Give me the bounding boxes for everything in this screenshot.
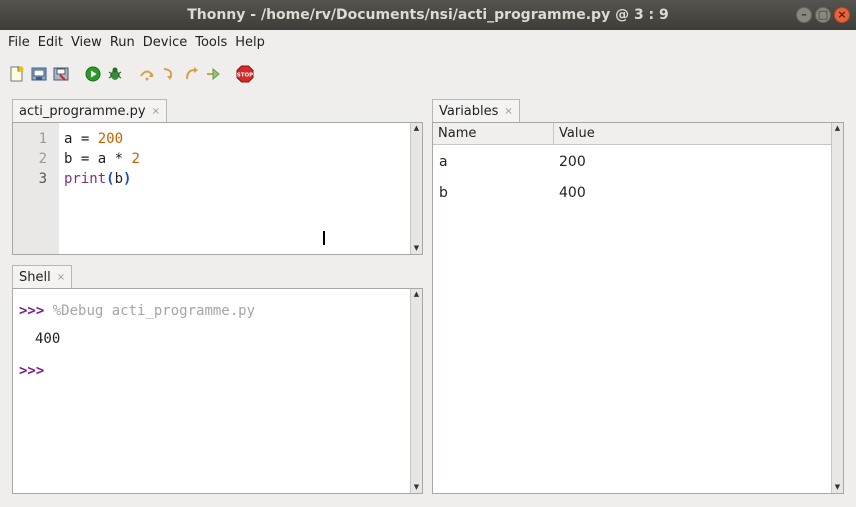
tab-editor[interactable]: acti_programme.py × — [12, 99, 167, 123]
resume-icon[interactable] — [204, 65, 222, 83]
tab-variables-close-icon[interactable]: × — [504, 101, 512, 123]
tab-shell[interactable]: Shell × — [12, 265, 73, 289]
shell-command-line: >>> %Debug acti_programme.py — [19, 303, 256, 319]
scroll-up-icon[interactable]: ▲ — [833, 124, 842, 133]
menu-bar: File Edit View Run Device Tools Help — [0, 30, 856, 56]
shell-scrollbar[interactable]: ▲ ▼ — [410, 289, 422, 493]
shell-output: 400 — [35, 331, 61, 347]
column-header-value[interactable]: Value — [554, 123, 832, 145]
window-controls: – □ × — [796, 7, 850, 23]
new-file-icon[interactable] — [8, 65, 26, 83]
shell-prompt[interactable]: >>> — [19, 363, 44, 379]
debug-icon[interactable] — [106, 65, 124, 83]
maximize-button[interactable]: □ — [815, 7, 831, 23]
column-header-name[interactable]: Name — [433, 123, 554, 145]
menu-device[interactable]: Device — [139, 30, 191, 56]
step-over-icon[interactable] — [138, 65, 156, 83]
menu-edit[interactable]: Edit — [34, 30, 67, 56]
scroll-down-icon[interactable]: ▼ — [833, 483, 842, 492]
variable-name[interactable]: a — [439, 154, 448, 170]
minimize-button[interactable]: – — [796, 7, 812, 23]
step-into-icon[interactable] — [160, 65, 178, 83]
close-button[interactable]: × — [834, 7, 850, 23]
menu-view[interactable]: View — [67, 30, 106, 56]
code-line: a = 200 — [64, 131, 124, 147]
code-editor[interactable]: 1 2 3 a = 200 b = a * 2 print(b) ▲ ▼ — [12, 122, 423, 255]
tab-variables-label: Variables — [439, 103, 499, 119]
editor-scrollbar[interactable]: ▲ ▼ — [410, 123, 422, 254]
svg-text:STOP: STOP — [237, 73, 253, 79]
code-line: print(b) — [64, 171, 132, 187]
menu-help[interactable]: Help — [231, 30, 269, 56]
window-title: Thonny - /home/rv/Documents/nsi/acti_pro… — [187, 7, 669, 23]
variable-name[interactable]: b — [439, 185, 448, 201]
save-file-icon[interactable] — [52, 65, 70, 83]
scroll-down-icon[interactable]: ▼ — [412, 483, 421, 492]
scroll-up-icon[interactable]: ▲ — [412, 124, 421, 133]
line-number: 2 — [38, 151, 47, 167]
variable-value[interactable]: 200 — [559, 154, 586, 170]
tab-shell-close-icon[interactable]: × — [57, 267, 65, 289]
variable-value[interactable]: 400 — [559, 185, 586, 201]
open-file-icon[interactable] — [30, 65, 48, 83]
tab-variables[interactable]: Variables × — [432, 99, 520, 123]
run-icon[interactable] — [84, 65, 102, 83]
variables-scrollbar[interactable]: ▲ ▼ — [831, 123, 843, 493]
tab-shell-label: Shell — [19, 269, 51, 285]
line-number-gutter: 1 2 3 — [13, 123, 59, 254]
line-number: 3 — [38, 171, 47, 187]
stop-icon[interactable]: STOP — [236, 65, 254, 83]
shell-panel[interactable]: >>> %Debug acti_programme.py 400 >>> ▲ ▼ — [12, 288, 423, 494]
scroll-up-icon[interactable]: ▲ — [412, 290, 421, 299]
step-out-icon[interactable] — [182, 65, 200, 83]
title-bar: Thonny - /home/rv/Documents/nsi/acti_pro… — [0, 0, 856, 30]
menu-file[interactable]: File — [4, 30, 34, 56]
toolbar: STOP — [8, 62, 258, 86]
variables-table: Name Value a 200 b 400 ▲ ▼ — [432, 122, 844, 494]
scroll-down-icon[interactable]: ▼ — [412, 244, 421, 253]
code-line: b = a * 2 — [64, 151, 140, 167]
line-number: 1 — [38, 131, 47, 147]
menu-run[interactable]: Run — [106, 30, 139, 56]
tab-editor-close-icon[interactable]: × — [152, 101, 160, 123]
text-cursor-icon — [323, 231, 325, 245]
tab-editor-label: acti_programme.py — [19, 103, 146, 119]
menu-tools[interactable]: Tools — [191, 30, 231, 56]
